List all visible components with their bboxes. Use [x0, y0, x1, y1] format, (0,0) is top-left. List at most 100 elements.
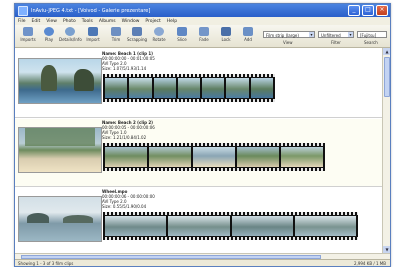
maximize-button[interactable]: □	[362, 5, 374, 16]
close-button[interactable]: ×	[376, 5, 388, 16]
film-frames	[105, 147, 323, 167]
play-button[interactable]: Play	[38, 27, 60, 45]
menu-window[interactable]: Window	[122, 19, 140, 24]
clip-row[interactable]: Name: Beach 2 (clip 2) 00:00:00:05 - 00:…	[15, 119, 382, 187]
menu-tools[interactable]: Tools	[82, 19, 93, 24]
film-frame[interactable]	[105, 78, 128, 98]
tool-label: Play	[44, 37, 54, 42]
filter-combo-value: Unfiltered	[321, 33, 341, 38]
import-button[interactable]: Import	[82, 27, 104, 45]
slice-icon	[177, 27, 187, 36]
film-strip[interactable]	[103, 212, 358, 240]
film-frame[interactable]	[129, 78, 152, 98]
clip-info: Name: Beach 2 (clip 2) 00:00:00:05 - 00:…	[102, 120, 155, 140]
clip-thumbnail[interactable]	[18, 58, 102, 104]
window-title: InAviu-JPEG 4.txt - [Voivod - Galerie pr…	[31, 7, 151, 14]
status-right: 2,994 KB / 1 MB	[354, 261, 386, 266]
clip-info: Wheel.mpo 00:00:00:06 - 00:00:00:00 AVI …	[102, 189, 155, 209]
menu-edit[interactable]: Edit	[32, 19, 41, 24]
film-frame[interactable]	[105, 147, 147, 167]
lock-icon	[221, 27, 231, 36]
scrap-icon	[132, 27, 142, 36]
filter-group-label: Filter	[331, 40, 341, 45]
tool-label: Scrapping	[126, 37, 148, 42]
menu-project[interactable]: Project	[145, 19, 160, 24]
filter-combo[interactable]: Unfiltered ▾	[318, 31, 354, 38]
menu-file[interactable]: File	[18, 19, 26, 24]
menu-bar: File Edit View Photo Tools Albums Window…	[15, 17, 390, 25]
view-combo-value: Film strip (large)	[266, 33, 299, 38]
film-perforation	[103, 143, 325, 146]
search-field-value: [Fujitsu]	[360, 33, 377, 38]
chevron-down-icon[interactable]: ▾	[309, 32, 314, 37]
film-perforation	[103, 99, 275, 102]
film-frame[interactable]	[149, 147, 191, 167]
clip-info: Name: Beach 1 (clip 1) 00:00:00:00 - 00:…	[102, 51, 155, 71]
play-icon	[44, 27, 54, 36]
film-frame[interactable]	[250, 78, 273, 98]
menu-help[interactable]: Help	[167, 19, 177, 24]
toolbar: Imports Play Details/Info Import Trim Sc…	[15, 25, 390, 48]
chevron-down-icon[interactable]: ▾	[348, 32, 353, 37]
title-bar[interactable]: InAviu-JPEG 4.txt - [Voivod - Galerie pr…	[15, 4, 390, 17]
tool-label: Slice	[177, 37, 187, 42]
film-frame[interactable]	[202, 78, 225, 98]
add-button[interactable]: Add	[237, 27, 259, 45]
vertical-scrollbar[interactable]: ▲ ▼	[382, 48, 390, 253]
tool-label: Details/Info	[59, 37, 82, 42]
minimize-button[interactable]: _	[348, 5, 360, 16]
search-field[interactable]: [Fujitsu]	[357, 31, 387, 38]
details-button[interactable]: Details/Info	[59, 27, 82, 45]
film-frame[interactable]	[153, 78, 176, 98]
menu-view[interactable]: View	[46, 19, 57, 24]
view-group-label: View	[283, 40, 293, 45]
fade-button[interactable]: Fade	[193, 27, 215, 45]
clip-size: Size: 1.07/5/1.93/1.14	[102, 66, 147, 71]
film-frame[interactable]	[168, 216, 230, 236]
film-strip[interactable]	[103, 74, 275, 102]
film-perforation	[103, 74, 275, 77]
film-frame[interactable]	[281, 147, 323, 167]
trim-button[interactable]: Trim	[105, 27, 127, 45]
film-frame[interactable]	[105, 216, 167, 236]
info-icon	[65, 27, 75, 36]
tool-label: Imports	[20, 37, 36, 42]
rotate-button[interactable]: Rotate	[148, 27, 170, 45]
imports-button[interactable]: Imports	[17, 27, 39, 45]
search-group-label: Search	[364, 40, 378, 45]
film-strip[interactable]	[103, 143, 325, 171]
film-frame[interactable]	[231, 216, 293, 236]
slice-button[interactable]: Slice	[171, 27, 193, 45]
film-frame[interactable]	[193, 147, 235, 167]
clip-list: Name: Beach 1 (clip 1) 00:00:00:00 - 00:…	[15, 48, 382, 253]
scrapping-button[interactable]: Scrapping	[126, 27, 148, 45]
view-combo[interactable]: Film strip (large) ▾	[263, 31, 315, 38]
add-icon	[243, 27, 253, 36]
trim-icon	[111, 27, 121, 36]
menu-albums[interactable]: Albums	[99, 19, 116, 24]
tool-label: Rotate	[152, 37, 166, 42]
scroll-up-icon[interactable]: ▲	[383, 48, 390, 55]
clip-thumbnail[interactable]	[18, 127, 102, 173]
film-perforation	[103, 237, 358, 240]
film-frames	[105, 216, 356, 236]
clip-row[interactable]: Name: Beach 1 (clip 1) 00:00:00:00 - 00:…	[15, 50, 382, 118]
tool-label: Trim	[111, 37, 121, 42]
film-frame[interactable]	[237, 147, 279, 167]
clip-thumbnail[interactable]	[18, 196, 102, 242]
tool-label: Import	[86, 37, 100, 42]
tool-label: Add	[244, 37, 252, 42]
fade-icon	[199, 27, 209, 36]
clip-row[interactable]: Wheel.mpo 00:00:00:06 - 00:00:00:00 AVI …	[15, 188, 382, 253]
application-window: InAviu-JPEG 4.txt - [Voivod - Galerie pr…	[14, 3, 391, 267]
film-frame[interactable]	[226, 78, 249, 98]
scroll-thumb[interactable]	[384, 57, 390, 97]
lock-button[interactable]: Lock	[215, 27, 237, 45]
menu-photo[interactable]: Photo	[63, 19, 76, 24]
tool-label: Lock	[221, 37, 231, 42]
film-frame[interactable]	[294, 216, 356, 236]
camera-icon	[88, 27, 98, 36]
film-frame[interactable]	[177, 78, 201, 98]
status-left: Showing 1 - 3 of 3 film clips	[18, 261, 74, 266]
scroll-down-icon[interactable]: ▼	[383, 246, 390, 253]
